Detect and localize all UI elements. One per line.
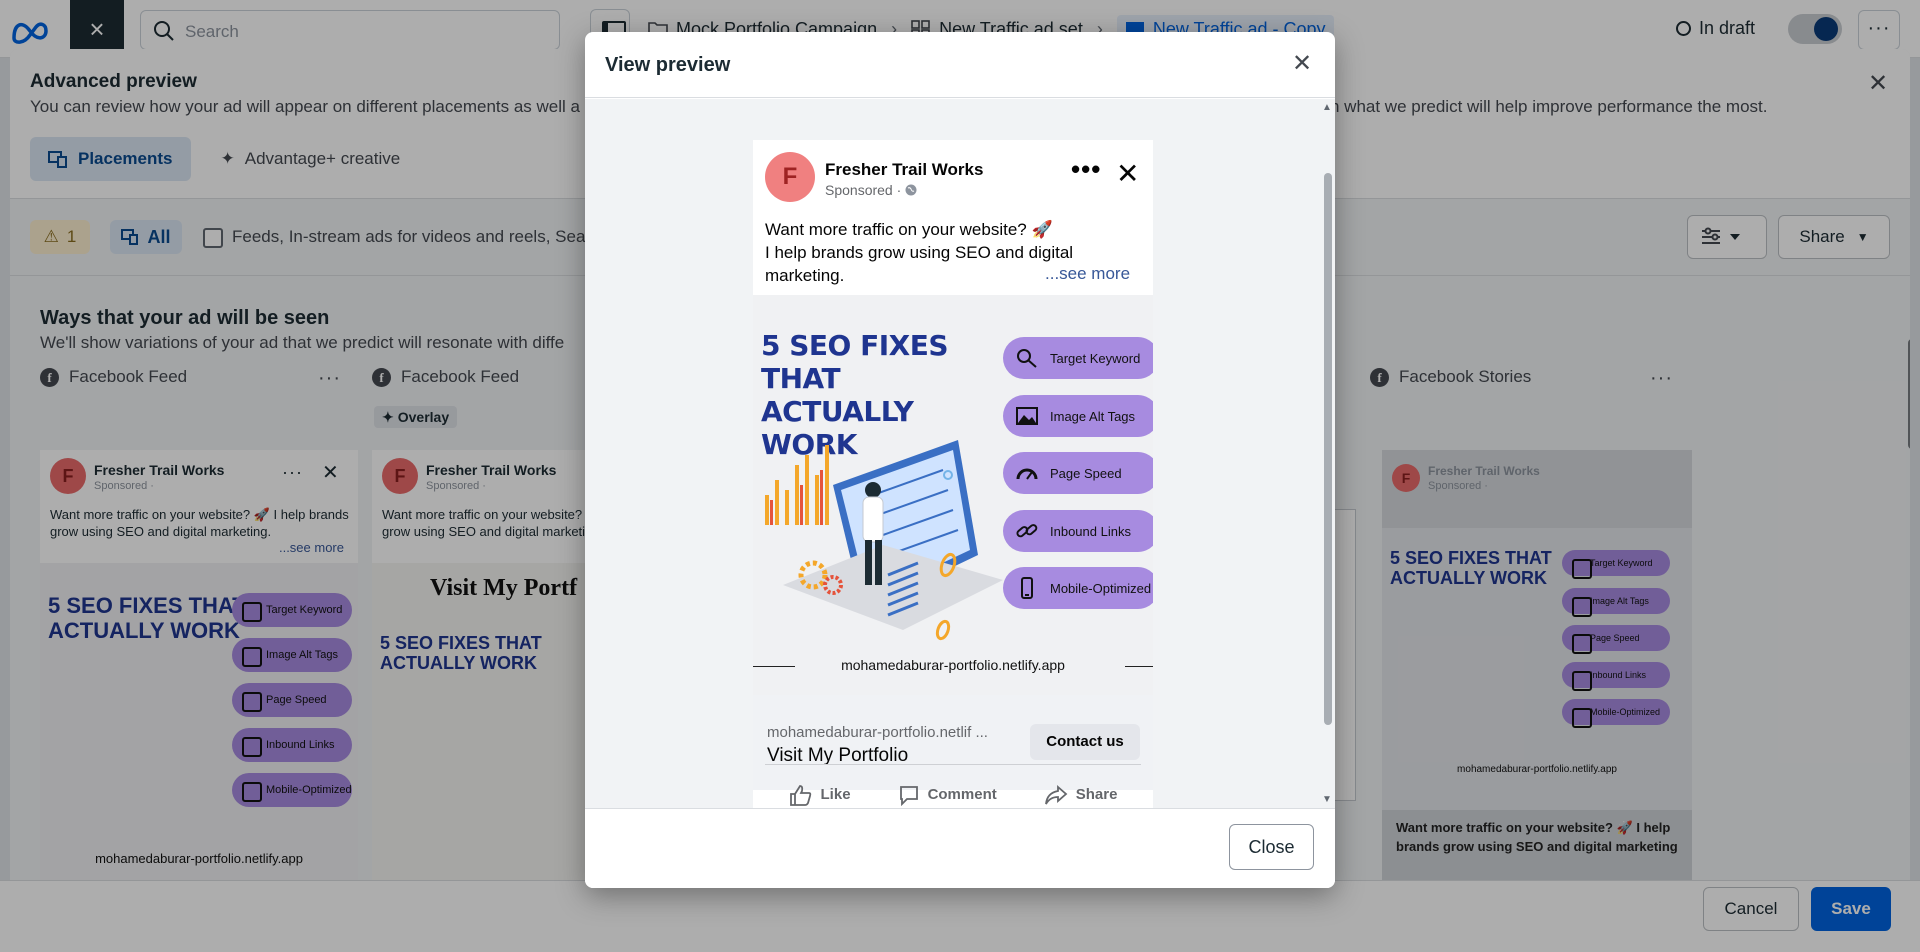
creative-pill: Image Alt Tags	[1003, 395, 1153, 437]
dialog-title: View preview	[605, 54, 731, 76]
scroll-down-icon[interactable]: ▼	[1322, 794, 1332, 805]
seo-illustration-icon	[765, 440, 1003, 641]
scroll-up-icon[interactable]: ▲	[1322, 102, 1332, 113]
ad-preview: F Fresher Trail Works Sponsored · ••• ✕ …	[753, 140, 1153, 840]
scrollbar-thumb[interactable]	[1324, 173, 1332, 725]
divider	[1125, 666, 1153, 667]
see-more-link[interactable]: ...see more	[1045, 264, 1130, 284]
dialog-footer	[585, 808, 1335, 888]
close-icon[interactable]: ✕	[1287, 50, 1317, 80]
contact-us-button[interactable]: Contact us	[1030, 724, 1140, 760]
globe-icon	[905, 184, 917, 196]
close-button[interactable]: Close	[1229, 824, 1314, 870]
more-options-icon[interactable]: •••	[1071, 156, 1101, 182]
ad-creative-image[interactable]: 5 SEO FIXES THAT ACTUALLY WORK Target Ke…	[753, 295, 1153, 695]
creative-pill: Page Speed	[1003, 452, 1153, 494]
avatar: F	[765, 152, 815, 202]
smartphone-icon	[1021, 577, 1033, 599]
post-actions: Like Comment Share	[765, 764, 1141, 806]
comment-icon	[899, 785, 918, 806]
speedometer-icon	[1016, 468, 1038, 480]
close-icon[interactable]: ✕	[1116, 160, 1139, 188]
comment-button[interactable]: Comment	[898, 784, 997, 806]
dialog-header: View preview ✕	[585, 32, 1335, 98]
image-icon	[1016, 407, 1038, 425]
link-icon	[1016, 524, 1038, 538]
sponsored-label: Sponsored ·	[825, 182, 917, 198]
share-post-button[interactable]: Share	[1044, 784, 1117, 806]
share-icon	[1044, 784, 1068, 804]
creative-pill: Mobile-Optimized	[1003, 567, 1153, 609]
magnifier-icon	[1017, 349, 1037, 368]
creative-pill: Target Keyword	[1003, 337, 1153, 379]
link-domain: mohamedaburar-portfolio.netlif ...	[767, 724, 988, 741]
creative-url: mohamedaburar-portfolio.netlify.app	[841, 657, 1065, 673]
creative-pill: Inbound Links	[1003, 510, 1153, 552]
like-button[interactable]: Like	[789, 784, 851, 806]
view-preview-dialog: View preview ✕ F Fresher Trail Works Spo…	[585, 32, 1335, 888]
page-name[interactable]: Fresher Trail Works	[825, 160, 983, 180]
thumbs-up-icon	[789, 784, 811, 806]
